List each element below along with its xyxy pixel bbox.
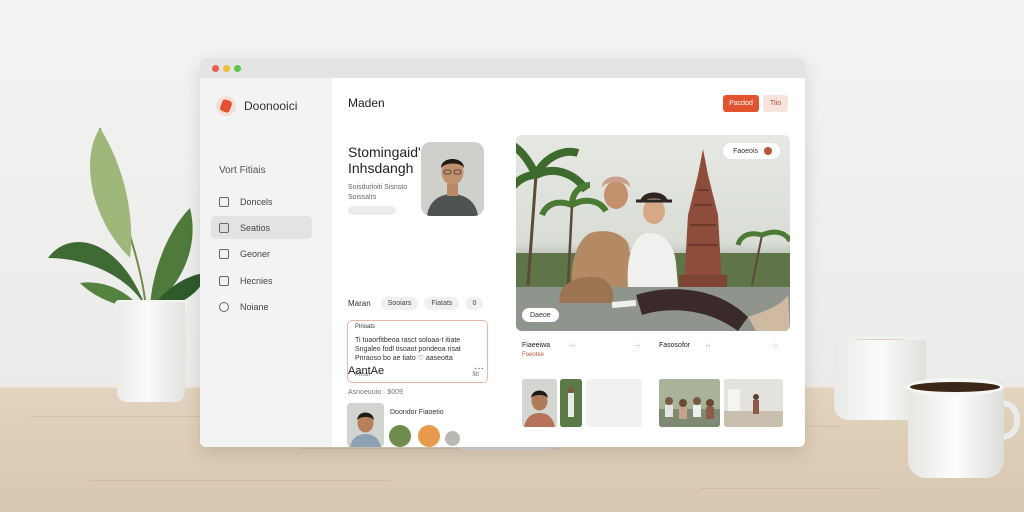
chat-icon [219, 248, 229, 259]
filter-chip-count[interactable]: 0 [465, 297, 484, 310]
calendar-icon [219, 196, 229, 207]
filter-chip[interactable]: Fiatats [424, 297, 460, 310]
person-photo [347, 403, 384, 447]
image-icon [219, 275, 229, 286]
gallery-photo [724, 379, 783, 427]
sparkle-icon[interactable]: ⁘ [705, 342, 711, 350]
sidebar-item-label: Geoner [240, 248, 271, 259]
minimize-window-button[interactable] [223, 65, 230, 72]
app-window: Doonooici Vort Fitiais Doncels Seatios G… [200, 58, 805, 447]
gallery-card-1[interactable]: Fiaeeiwa Foeotee ⁘ ⁘ [522, 342, 652, 447]
avatar[interactable] [389, 425, 411, 447]
profile-action-pill[interactable] [348, 206, 396, 215]
main-content: Maden Pacdod Tlio Stomingaid' Inhsdangh … [332, 78, 805, 447]
section-subtitle: Asnoeuuio · $009 [348, 389, 403, 396]
profile-subtitle: Soisdurloiti Sisnsto Soissalrs [348, 184, 408, 201]
gallery-card-2[interactable]: Fasosofor ⁘ ⁘ [659, 342, 789, 447]
brand[interactable]: Doonooici [216, 96, 297, 116]
primary-button[interactable]: Pacdod [723, 95, 759, 112]
gallery-photo [659, 379, 720, 427]
avatar[interactable] [418, 425, 440, 447]
settings-icon[interactable]: ⁘ [635, 342, 641, 350]
profile-name: Stomingaid' Inhsdangh [348, 144, 421, 176]
brand-name: Doonooici [244, 99, 298, 113]
hero-badge-label: Faoeois [733, 147, 758, 155]
gallery-card-subtitle: Foeotee [522, 352, 545, 358]
text-card-title: Pinoats [355, 324, 376, 330]
sidebar-item-2-active[interactable]: Seatios [211, 216, 312, 239]
more-options-icon[interactable]: ··· [474, 363, 484, 374]
sidebar-item-5[interactable]: Noiane [211, 295, 312, 318]
avatar[interactable] [445, 431, 460, 446]
hero-tag[interactable]: Daeoe [522, 308, 559, 322]
brand-logo-icon [216, 96, 236, 116]
sparkle-icon[interactable]: ⁘ [570, 342, 576, 350]
sidebar-item-1[interactable]: Doncels [211, 190, 312, 213]
chip-row-label: Maran [348, 299, 371, 308]
sidebar-item-label: Doncels [240, 196, 273, 207]
window-titlebar [200, 58, 805, 78]
gallery-photo [522, 379, 557, 427]
gallery-photo-placeholder [586, 379, 642, 427]
filter-chip-row: Maran Sooiars Fiatats 0 [348, 297, 484, 310]
nav-header: Vort Fitiais [219, 165, 266, 176]
hero-badge[interactable]: Faoeois [723, 143, 780, 159]
sidebar-item-3[interactable]: Geoner [211, 242, 312, 265]
sidebar: Doonooici Vort Fitiais Doncels Seatios G… [200, 78, 332, 447]
text-card-body: Ti tuaorfitbeoa rasct soloaa-t itiate Sn… [355, 337, 461, 362]
clock-icon [219, 301, 229, 312]
gallery-photo [560, 379, 582, 427]
gallery-card-title: Fasosofor [659, 342, 691, 349]
section-title: AantAe [348, 365, 385, 377]
document-icon [219, 222, 229, 233]
plant-pot [117, 302, 185, 402]
hero-photo-card[interactable]: Faoeois Daeoe [516, 135, 790, 331]
maximize-window-button[interactable] [234, 65, 241, 72]
profile-photo [421, 142, 484, 216]
coffee-cup [908, 382, 1004, 478]
sidebar-item-label: Seatios [240, 222, 271, 233]
record-icon [764, 147, 772, 155]
settings-icon[interactable]: ⁘ [772, 342, 778, 350]
filter-chip[interactable]: Sooiars [380, 297, 419, 310]
sidebar-item-label: Noiane [240, 301, 269, 312]
gallery-card-title: Fiaeeiwa [522, 342, 551, 349]
sidebar-item-4[interactable]: Hecnies [211, 269, 312, 292]
person-name: Doondor Fiaoetio [390, 409, 444, 416]
close-window-button[interactable] [212, 65, 219, 72]
page-title: Maden [348, 96, 385, 110]
sidebar-item-label: Hecnies [240, 275, 273, 286]
secondary-button[interactable]: Tlio [763, 95, 788, 112]
coffee-surface [906, 378, 1004, 396]
